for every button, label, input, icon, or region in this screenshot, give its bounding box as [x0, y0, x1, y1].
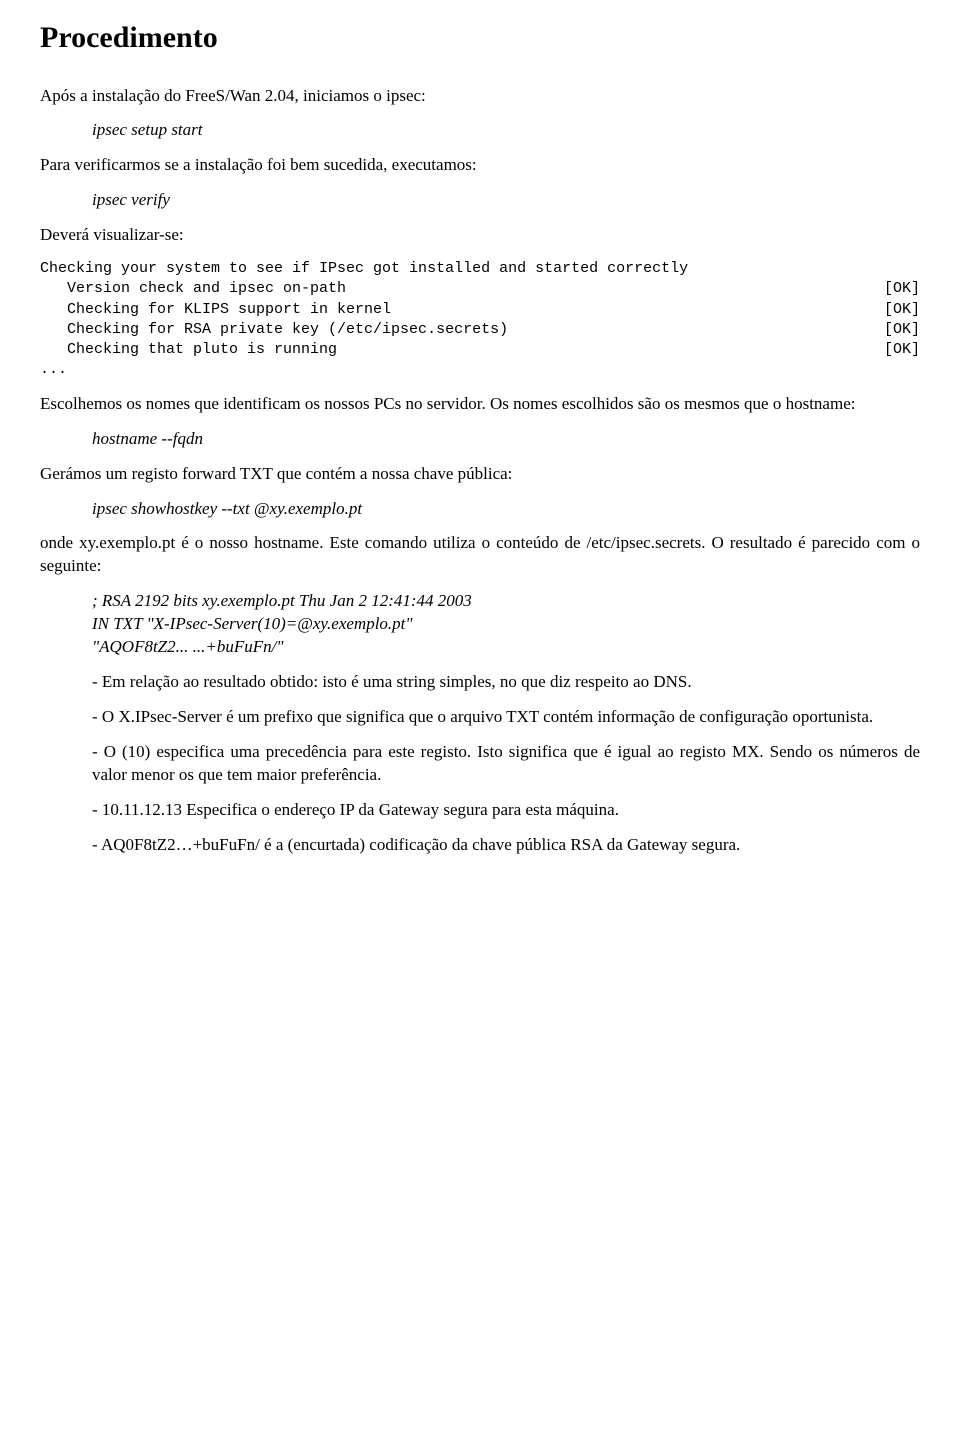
bullet-precedencia-10: - O (10) especifica uma precedência para… — [92, 741, 920, 787]
code-block-check: Checking your system to see if IPsec got… — [40, 259, 920, 381]
para-verify: Para verificarmos se a instalação foi be… — [40, 154, 920, 177]
check-row-right: [OK] — [884, 320, 920, 340]
check-row-left: Version check and ipsec on-path — [40, 279, 346, 299]
bullet-string-simples: - Em relação ao resultado obtido: isto é… — [92, 671, 920, 694]
check-line-1: Checking your system to see if IPsec got… — [40, 259, 688, 279]
para-result: onde xy.exemplo.pt é o nosso hostname. E… — [40, 532, 920, 578]
check-ellipsis: ... — [40, 360, 67, 380]
snippet-line-1: ; RSA 2192 bits xy.exemplo.pt Thu Jan 2 … — [92, 590, 920, 613]
check-row-left: Checking for KLIPS support in kernel — [40, 300, 391, 320]
snippet-line-3: "AQOF8tZ2... ...+buFuFn/" — [92, 636, 920, 659]
para-hostnames: Escolhemos os nomes que identificam os n… — [40, 393, 920, 416]
check-row-right: [OK] — [884, 340, 920, 360]
para-after-install: Após a instalação do FreeS/Wan 2.04, ini… — [40, 85, 920, 108]
para-visualize: Deverá visualizar-se: — [40, 224, 920, 247]
cmd-ipsec-setup-start: ipsec setup start — [92, 119, 920, 142]
page-title: Procedimento — [40, 18, 920, 59]
cmd-showhostkey: ipsec showhostkey --txt @xy.exemplo.pt — [92, 498, 920, 521]
result-snippet: ; RSA 2192 bits xy.exemplo.pt Thu Jan 2 … — [92, 590, 920, 659]
bullet-xipsec-server: - O X.IPsec-Server é um prefixo que sign… — [92, 706, 920, 729]
para-forward-txt: Gerámos um registo forward TXT que conté… — [40, 463, 920, 486]
bullet-gateway-ip: - 10.11.12.13 Especifica o endereço IP d… — [92, 799, 920, 822]
cmd-hostname-fqdn: hostname --fqdn — [92, 428, 920, 451]
cmd-ipsec-verify: ipsec verify — [92, 189, 920, 212]
check-row-right: [OK] — [884, 279, 920, 299]
check-row-right: [OK] — [884, 300, 920, 320]
check-row-left: Checking that pluto is running — [40, 340, 337, 360]
bullet-rsa-key: - AQ0F8tZ2…+buFuFn/ é a (encurtada) codi… — [92, 834, 920, 857]
check-row-left: Checking for RSA private key (/etc/ipsec… — [40, 320, 508, 340]
snippet-line-2: IN TXT "X-IPsec-Server(10)=@xy.exemplo.p… — [92, 613, 920, 636]
